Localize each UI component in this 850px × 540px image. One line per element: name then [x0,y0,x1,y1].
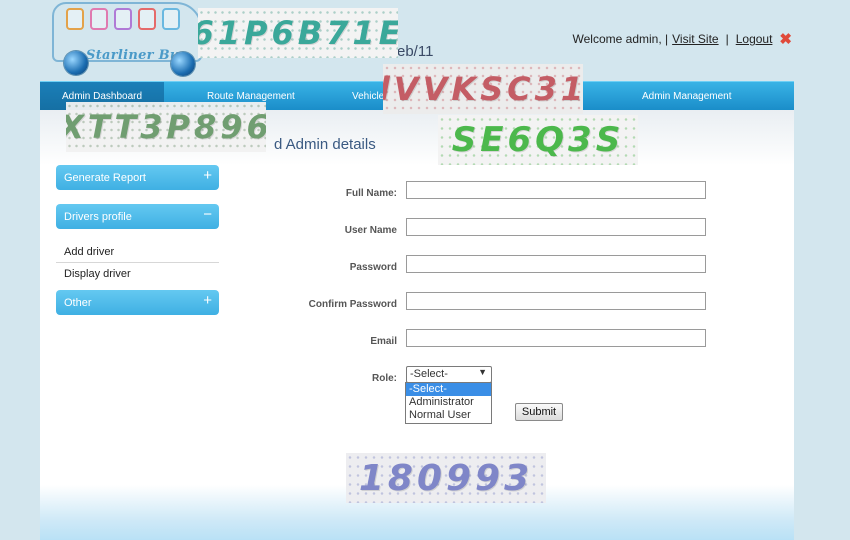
submit-button[interactable]: Submit [515,403,563,421]
role-selected-value: -Select- [410,368,448,380]
role-dropdown-list: -Select- Administrator Normal User [405,382,492,424]
dropdown-arrow-icon: ▼ [478,367,487,377]
sidebar-section-label: Generate Report [64,172,146,184]
nav-vehicle[interactable]: Vehicle [352,91,384,102]
bus-window-icon [138,8,156,30]
bus-window-icon [90,8,108,30]
role-option[interactable]: -Select- [406,383,491,396]
captcha-image: SE6Q3S [438,115,638,165]
sidebar-section-label: Other [64,297,92,309]
welcome-text: Welcome admin, | [572,32,669,46]
page-title: d Admin details [274,136,376,153]
sidebar-section-other[interactable]: Other + [56,290,219,315]
nav-admin-management[interactable]: Admin Management [642,91,732,102]
close-icon[interactable]: ✖ [779,30,792,48]
full-name-field[interactable] [406,181,706,199]
sidebar-item-display-driver[interactable]: Display driver [56,263,219,285]
user-name-field[interactable] [406,218,706,236]
sidebar-section-drivers-profile[interactable]: Drivers profile − [56,204,219,229]
nav-route-management[interactable]: Route Management [207,91,295,102]
logout-link[interactable]: Logout [736,32,773,46]
captcha-text: XTT3P896 [66,108,266,146]
bus-window-icon [66,8,84,30]
email-field[interactable] [406,329,706,347]
captcha-image: 61P6B71E [198,8,398,58]
user-topbar: Welcome admin, | Visit Site | Logout ✖ [573,30,792,48]
sidebar-section-generate-report[interactable]: Generate Report + [56,165,219,190]
visit-site-link[interactable]: Visit Site [672,32,718,46]
minus-icon: − [203,206,212,223]
globe-icon [64,51,88,75]
bus-window-icon [114,8,132,30]
site-logo[interactable]: Starliner Bus [50,0,205,76]
captcha-image: lVVKSC31 [383,64,583,114]
captcha-text: 180993 [358,457,534,499]
plus-icon: + [203,167,212,184]
password-field[interactable] [406,255,706,273]
full-name-label: Full Name: [345,188,397,199]
role-label: Role: [372,373,397,384]
captcha-image: XTT3P896 [66,102,266,152]
plus-icon: + [203,292,212,309]
captcha-text: SE6Q3S [451,120,625,160]
sidebar-section-label: Drivers profile [64,211,132,223]
sidebar-item-add-driver[interactable]: Add driver [56,241,219,263]
topbar-divider: | [725,32,729,46]
confirm-password-field[interactable] [406,292,706,310]
email-label: Email [370,336,397,347]
captcha-image: 180993 [346,453,546,503]
password-label: Password [349,262,397,273]
role-option[interactable]: Administrator [406,396,491,409]
captcha-text: lVVKSC31 [383,70,583,108]
bus-window-icon [162,8,180,30]
captcha-text: 61P6B71E [198,14,398,52]
user-name-label: User Name [344,225,397,236]
header-date: eb/11 [397,43,434,60]
role-select[interactable]: -Select- ▼ [406,366,492,383]
globe-icon [171,52,195,76]
role-option[interactable]: Normal User [406,409,491,422]
confirm-password-label: Confirm Password [308,299,397,310]
